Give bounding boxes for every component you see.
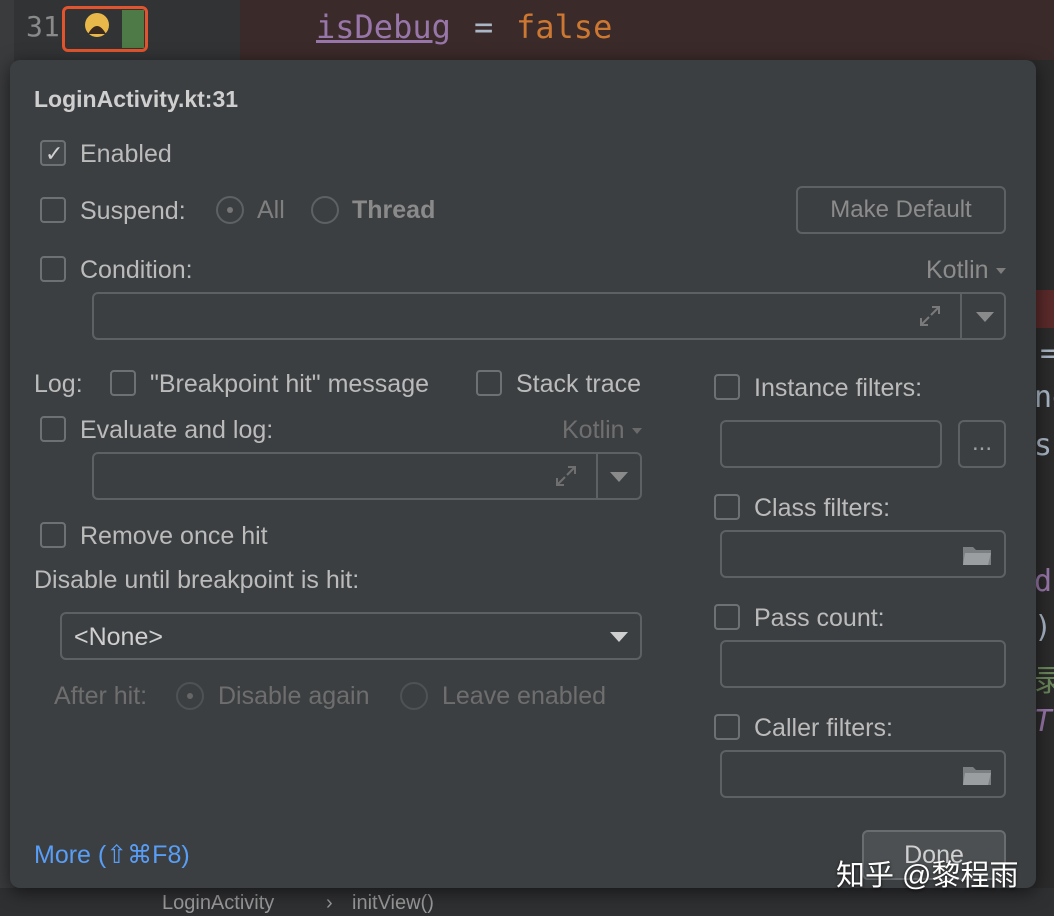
breakpoint-icon[interactable]	[84, 12, 110, 38]
chevron-down-icon	[610, 632, 628, 642]
condition-checkbox[interactable]	[40, 256, 66, 282]
expand-icon[interactable]	[554, 464, 578, 488]
disable-again-radio[interactable]	[176, 682, 204, 710]
instance-filters-label: Instance filters:	[754, 374, 923, 402]
evaluate-and-log-checkbox[interactable]	[40, 416, 66, 442]
caller-filters-input[interactable]	[720, 750, 1006, 798]
code-variable: isDebug	[316, 8, 451, 46]
breadcrumb-separator: ›	[326, 892, 333, 914]
disable-until-label: Disable until breakpoint is hit:	[34, 566, 360, 594]
more-link[interactable]: More (⇧⌘F8)	[34, 840, 190, 870]
radio-selected-dot	[187, 693, 193, 699]
caller-filters-label: Caller filters:	[754, 714, 893, 742]
code-value: false	[516, 8, 613, 46]
class-filters-input[interactable]	[720, 530, 1006, 578]
radio-selected-dot	[227, 207, 233, 213]
condition-input[interactable]	[92, 292, 1006, 340]
code-fragment: s	[1034, 428, 1053, 463]
chevron-down-icon	[632, 428, 642, 434]
evaluate-and-log-input[interactable]	[92, 452, 642, 500]
enabled-checkbox[interactable]: ✓	[40, 140, 66, 166]
condition-language-selector[interactable]: Kotlin	[926, 256, 989, 285]
pass-count-checkbox[interactable]	[714, 604, 740, 630]
suspend-checkbox[interactable]	[40, 197, 66, 223]
code-fragment: =	[1040, 336, 1054, 371]
suspend-thread-radio[interactable]	[311, 196, 339, 224]
breakpoint-properties-popup: LoginActivity.kt:31 ✓ Enabled Suspend: A…	[10, 60, 1036, 888]
log-label: Log:	[34, 370, 83, 398]
pass-count-label: Pass count:	[754, 604, 885, 632]
breadcrumb-item[interactable]: initView()	[352, 892, 434, 915]
line-number: 31	[26, 10, 60, 43]
error-stripe	[1036, 290, 1054, 328]
breadcrumb-item[interactable]: LoginActivity	[162, 892, 274, 915]
check-icon: ✓	[45, 141, 64, 166]
expand-icon[interactable]	[918, 304, 942, 328]
suspend-all-radio[interactable]	[216, 196, 244, 224]
folder-icon[interactable]	[962, 544, 992, 566]
leave-enabled-label: Leave enabled	[442, 682, 607, 710]
code-fragment: )	[1034, 610, 1053, 645]
remove-once-hit-label: Remove once hit	[80, 522, 268, 550]
code-operator: =	[474, 8, 494, 46]
code-fragment: d	[1034, 564, 1053, 599]
after-hit-label: After hit:	[54, 682, 148, 710]
popup-title: LoginActivity.kt:31	[34, 86, 239, 112]
disable-until-select[interactable]: <None>	[60, 612, 642, 660]
change-marker	[122, 10, 144, 48]
dropdown-separator	[596, 454, 598, 498]
breakpoint-hit-message-checkbox[interactable]	[110, 370, 136, 396]
enabled-label: Enabled	[80, 140, 172, 168]
instance-filters-checkbox[interactable]	[714, 374, 740, 400]
suspend-thread-label: Thread	[352, 196, 436, 224]
leave-enabled-radio[interactable]	[400, 682, 428, 710]
chevron-down-icon	[996, 268, 1006, 274]
stack-trace-checkbox[interactable]	[476, 370, 502, 396]
condition-label: Condition:	[80, 256, 193, 284]
folder-icon[interactable]	[962, 764, 992, 786]
watermark: 知乎 @黎程雨	[836, 860, 1019, 892]
make-default-button[interactable]: Make Default	[796, 186, 1006, 234]
code-fragment: 录	[1034, 664, 1054, 699]
pass-count-input[interactable]	[720, 640, 1006, 688]
stack-trace-label: Stack trace	[516, 370, 642, 398]
caller-filters-checkbox[interactable]	[714, 714, 740, 740]
suspend-all-label: All	[257, 196, 285, 224]
evaluate-and-log-label: Evaluate and log:	[80, 416, 274, 444]
dropdown-separator	[960, 294, 962, 338]
disable-again-label: Disable again	[218, 682, 370, 710]
suspend-label: Suspend:	[80, 197, 186, 225]
code-fragment: ne	[1034, 380, 1054, 415]
remove-once-hit-checkbox[interactable]	[40, 522, 66, 548]
evaluate-language-selector[interactable]: Kotlin	[562, 416, 625, 445]
breakpoint-hit-message-label: "Breakpoint hit" message	[150, 370, 430, 398]
class-filters-label: Class filters:	[754, 494, 891, 522]
instance-filters-input[interactable]	[720, 420, 942, 468]
chevron-down-icon[interactable]	[610, 472, 628, 482]
class-filters-checkbox[interactable]	[714, 494, 740, 520]
instance-filters-browse-button[interactable]: ...	[958, 420, 1006, 468]
chevron-down-icon[interactable]	[976, 312, 994, 322]
code-fragment: T	[1034, 704, 1053, 739]
disable-until-selected-value: <None>	[74, 623, 163, 651]
